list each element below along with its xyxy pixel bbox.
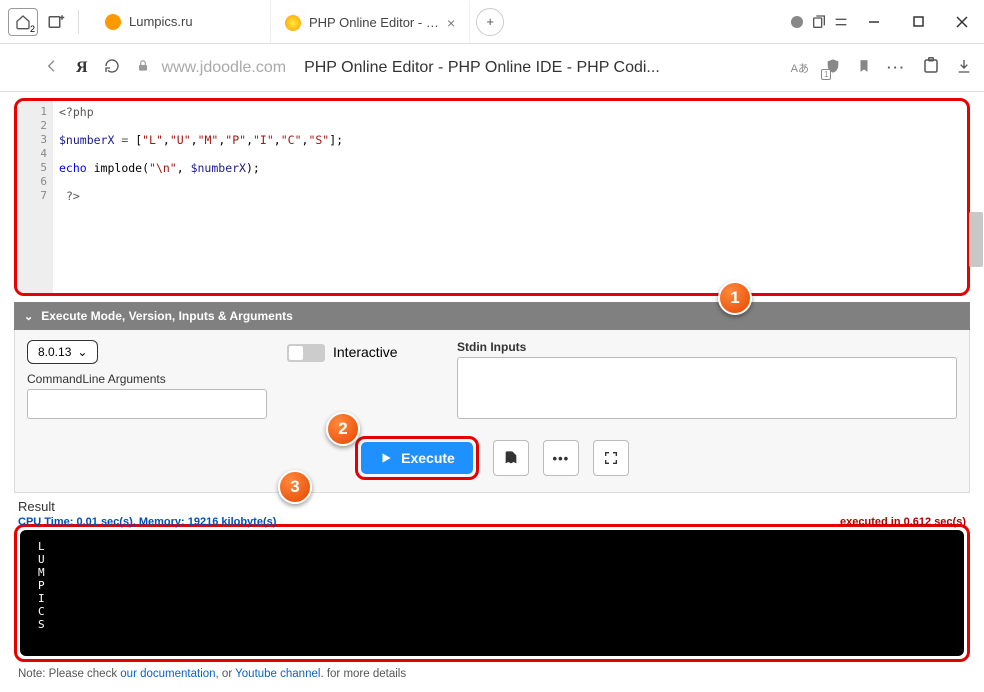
more-menu-icon[interactable]: ···	[887, 60, 906, 75]
yandex-icon[interactable]: Я	[76, 59, 88, 77]
exec-panel-header[interactable]: ⌄ Execute Mode, Version, Inputs & Argume…	[14, 302, 970, 330]
tab-favicon	[285, 15, 301, 31]
extensions-icon[interactable]	[922, 57, 940, 78]
line-gutter: 1234567	[17, 101, 53, 293]
result-exec-time: executed in 0.612 sec(s)	[840, 516, 966, 528]
new-window-icon[interactable]	[44, 10, 68, 34]
reload-button[interactable]	[100, 58, 124, 77]
code-content[interactable]: <?php $numberX = ["L","U","M","P","I","C…	[53, 101, 967, 293]
browser-titlebar: 2 Lumpics.ru PHP Online Editor - PHP × +	[0, 0, 984, 44]
home-button[interactable]: 2	[8, 8, 38, 36]
cmd-args-label: CommandLine Arguments	[27, 372, 267, 386]
footer-note: Note: Please check our documentation, or…	[14, 662, 970, 686]
chevron-down-icon: ⌄	[77, 345, 87, 359]
cmd-args-input[interactable]	[27, 389, 267, 419]
tab-lumpics[interactable]: Lumpics.ru	[91, 0, 271, 43]
chevron-down-icon: ⌄	[24, 310, 33, 323]
minimize-button[interactable]	[852, 4, 896, 40]
tab-favicon	[105, 14, 121, 30]
version-select[interactable]: 8.0.13 ⌄	[27, 340, 98, 364]
version-value: 8.0.13	[38, 345, 71, 359]
tab-title: Lumpics.ru	[129, 14, 193, 29]
tab-jdoodle[interactable]: PHP Online Editor - PHP ×	[271, 0, 470, 43]
more-actions-button[interactable]: •••	[543, 440, 579, 476]
url-title: PHP Online Editor - PHP Online IDE - PHP…	[304, 59, 660, 77]
stdin-input[interactable]	[457, 357, 957, 419]
new-tab-button[interactable]: +	[476, 8, 504, 36]
step-badge-2: 2	[326, 412, 360, 446]
result-output[interactable]: L U M P I C S	[20, 530, 964, 656]
home-badge: 2	[30, 24, 35, 34]
doc-link[interactable]: our documentation	[120, 668, 215, 680]
terminal-frame: L U M P I C S	[14, 524, 970, 662]
action-bar: Execute •••	[14, 428, 970, 493]
save-button[interactable]	[493, 440, 529, 476]
youtube-link[interactable]: Youtube channel	[235, 668, 320, 680]
address-bar: Я www.jdoodle.com PHP Online Editor - PH…	[0, 44, 984, 92]
step-badge-3: 3	[278, 470, 312, 504]
download-icon[interactable]	[956, 58, 972, 77]
back-button[interactable]	[40, 58, 64, 77]
collections-icon[interactable]	[808, 11, 830, 33]
tab-strip: Lumpics.ru PHP Online Editor - PHP × +	[91, 0, 786, 43]
globe-icon[interactable]	[786, 11, 808, 33]
lock-icon[interactable]	[136, 59, 150, 76]
stdin-label: Stdin Inputs	[457, 340, 957, 354]
result-label: Result	[14, 493, 970, 516]
settings-dash-icon[interactable]	[830, 11, 852, 33]
execute-label: Execute	[401, 450, 455, 466]
url-domain[interactable]: www.jdoodle.com	[162, 59, 287, 77]
page-scrollbar[interactable]	[969, 212, 983, 267]
fullscreen-button[interactable]	[593, 440, 629, 476]
bookmark-icon[interactable]	[857, 58, 871, 77]
interactive-toggle[interactable]	[287, 344, 325, 362]
close-icon[interactable]: ×	[447, 15, 455, 31]
exec-options: 8.0.13 ⌄ CommandLine Arguments Interacti…	[14, 330, 970, 428]
tab-title: PHP Online Editor - PHP	[309, 15, 439, 30]
shield-icon[interactable]: 1	[825, 58, 841, 77]
result-cpu-mem: CPU Time: 0.01 sec(s), Memory: 19216 kil…	[18, 516, 276, 528]
interactive-label: Interactive	[333, 344, 398, 360]
translate-icon[interactable]: Aあ	[791, 60, 809, 76]
code-editor[interactable]: 1234567 <?php $numberX = ["L","U","M","P…	[14, 98, 970, 296]
maximize-button[interactable]	[896, 4, 940, 40]
execute-button[interactable]: Execute	[361, 442, 473, 474]
step-badge-1: 1	[718, 281, 752, 315]
close-window-button[interactable]	[940, 4, 984, 40]
exec-header-label: Execute Mode, Version, Inputs & Argument…	[41, 309, 293, 323]
